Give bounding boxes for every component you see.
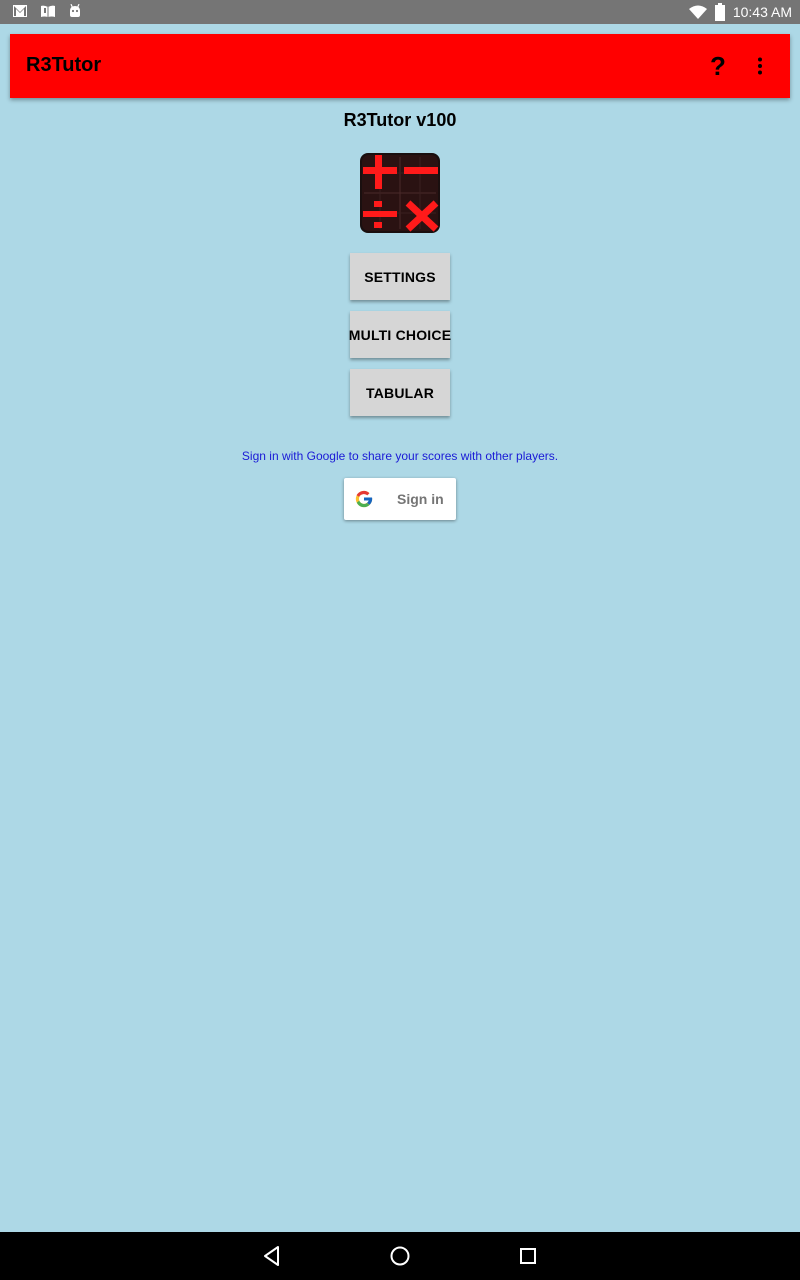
app-bar: R3Tutor ? bbox=[10, 34, 790, 98]
signin-label: Sign in bbox=[397, 491, 444, 507]
google-g-icon bbox=[355, 490, 373, 508]
navigation-bar bbox=[0, 1232, 800, 1280]
signin-prompt: Sign in with Google to share your scores… bbox=[241, 449, 559, 463]
math-operators-logo bbox=[360, 153, 440, 233]
notification-icons bbox=[12, 4, 82, 18]
gmail-icon bbox=[13, 5, 27, 17]
settings-button[interactable]: SETTINGS bbox=[350, 253, 450, 300]
google-signin-button[interactable]: Sign in bbox=[344, 478, 456, 520]
book-icon bbox=[41, 5, 55, 18]
multi-choice-button[interactable]: MULTI CHOICE bbox=[349, 311, 451, 358]
recent-apps-icon[interactable] bbox=[516, 1244, 540, 1268]
android-icon bbox=[70, 4, 80, 17]
app-title: R3Tutor bbox=[26, 54, 102, 76]
tabular-button[interactable]: TABULAR bbox=[350, 369, 450, 416]
help-button[interactable]: ? bbox=[702, 48, 734, 84]
help-icon: ? bbox=[710, 50, 726, 81]
status-time: 10:43 AM bbox=[732, 4, 792, 20]
battery-icon bbox=[714, 3, 725, 21]
overflow-menu-icon bbox=[758, 57, 762, 75]
wifi-icon bbox=[688, 5, 707, 19]
home-icon[interactable] bbox=[388, 1244, 412, 1268]
system-indicators: 10:43 AM bbox=[688, 0, 792, 24]
overflow-menu-button[interactable] bbox=[746, 48, 774, 84]
back-icon[interactable] bbox=[260, 1244, 284, 1268]
status-bar: 10:43 AM bbox=[0, 0, 800, 24]
version-title: R3Tutor v100 bbox=[343, 110, 457, 130]
